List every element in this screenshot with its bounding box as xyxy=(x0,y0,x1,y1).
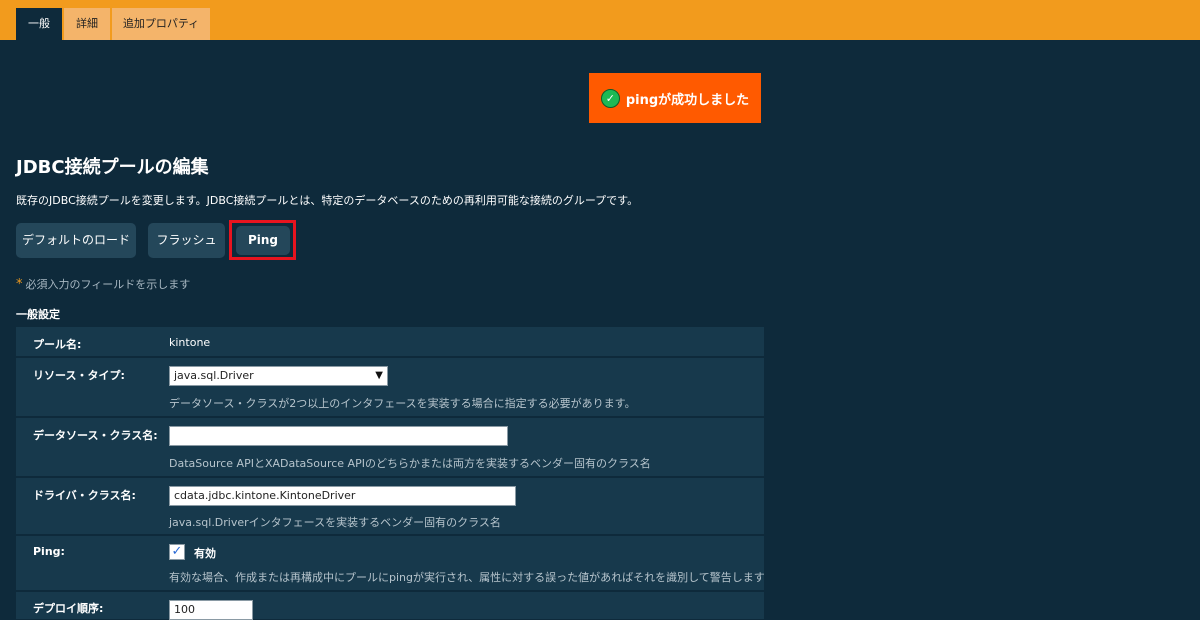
tab-general[interactable]: 一般 xyxy=(16,8,62,40)
resource-type-hint: データソース・クラスが2つ以上のインタフェースを実装する場合に指定する必要があり… xyxy=(169,397,636,410)
row-deploy-order: デプロイ順序: 100 xyxy=(16,592,764,620)
driver-class-hint: java.sql.Driverインタフェースを実装するベンダー固有のクラス名 xyxy=(169,516,501,529)
tab-advanced[interactable]: 詳細 xyxy=(64,8,110,40)
deploy-order-input[interactable]: 100 xyxy=(169,600,253,620)
pool-name-label: プール名: xyxy=(33,338,82,351)
datasource-class-input[interactable] xyxy=(169,426,508,446)
resource-type-selected: java.sql.Driver xyxy=(174,369,254,382)
required-star-icon: * xyxy=(16,277,23,292)
row-ping: Ping: ✓ 有効 有効な場合、作成または再構成中にプールにpingが実行され… xyxy=(16,536,765,592)
row-resource-type: リソース・タイプ: java.sql.Driver ▼ データソース・クラスが2… xyxy=(16,358,764,418)
ping-label: Ping: xyxy=(33,545,65,558)
datasource-class-hint: DataSource APIとXADataSource APIのどちらかまたは両… xyxy=(169,457,651,470)
resource-type-label: リソース・タイプ: xyxy=(33,369,125,382)
row-pool-name: プール名: kintone xyxy=(16,327,764,358)
pool-name-value: kintone xyxy=(169,336,211,349)
general-settings-form: プール名: kintone リソース・タイプ: java.sql.Driver … xyxy=(16,327,765,620)
deploy-order-label: デプロイ順序: xyxy=(33,602,104,615)
driver-class-input[interactable]: cdata.jdbc.kintone.KintoneDriver xyxy=(169,486,516,506)
driver-class-label: ドライバ・クラス名: xyxy=(33,489,136,502)
alert-message: pingが成功しました xyxy=(625,92,750,108)
ping-hint: 有効な場合、作成または再構成中にプールにpingが実行され、属性に対する誤った値… xyxy=(169,571,765,584)
row-datasource-class: データソース・クラス名: DataSource APIとXADataSource… xyxy=(16,418,764,478)
check-circle-icon: ✓ xyxy=(600,88,620,108)
ping-success-alert: ✓ pingが成功しました xyxy=(589,73,761,123)
page-title: JDBC接続プールの編集 xyxy=(16,157,209,178)
datasource-class-label: データソース・クラス名: xyxy=(33,429,158,442)
required-note: * 必須入力のフィールドを示します xyxy=(16,276,190,292)
required-note-text: 必須入力のフィールドを示します xyxy=(25,278,191,291)
page-description: 既存のJDBC接続プールを変更します。JDBC接続プールとは、特定のデータベース… xyxy=(16,194,639,207)
chevron-down-icon: ▼ xyxy=(375,370,383,381)
ping-enabled-label: 有効 xyxy=(194,547,216,560)
section-general-settings: 一般設定 xyxy=(16,308,60,321)
load-defaults-button[interactable]: デフォルトのロード xyxy=(16,223,136,258)
top-tab-bar: 一般 詳細 追加プロパティ xyxy=(0,0,1200,40)
flush-button[interactable]: フラッシュ xyxy=(148,223,225,258)
ping-enabled-checkbox[interactable]: ✓ xyxy=(169,544,185,560)
row-driver-class: ドライバ・クラス名: cdata.jdbc.kintone.KintoneDri… xyxy=(16,478,764,536)
resource-type-select[interactable]: java.sql.Driver ▼ xyxy=(169,366,388,386)
tab-additional-properties[interactable]: 追加プロパティ xyxy=(112,8,210,40)
ping-button[interactable]: Ping xyxy=(236,226,290,255)
